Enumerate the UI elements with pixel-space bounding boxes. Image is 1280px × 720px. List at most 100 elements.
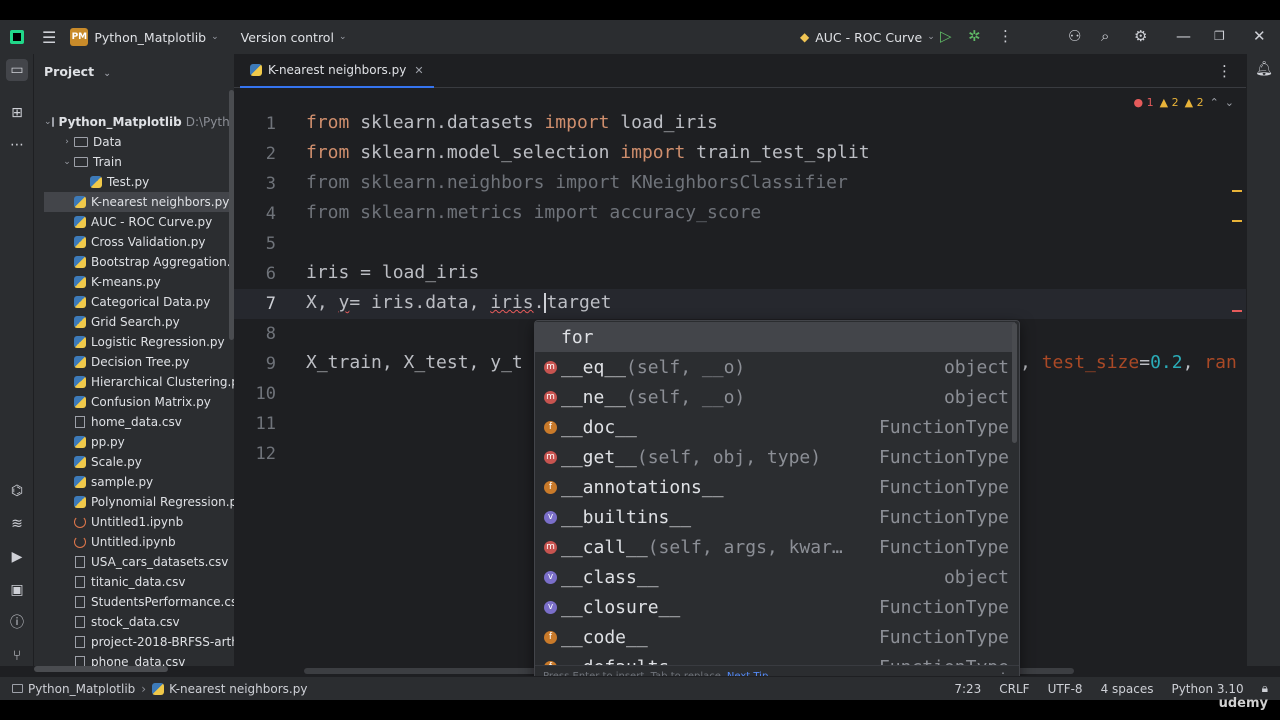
tree-item[interactable]: titanic_data.csv — [34, 572, 234, 592]
code-line-1: from sklearn.datasets import load_iris — [306, 112, 718, 133]
completion-name: __code__ — [561, 626, 648, 648]
tree-item-label: home_data.csv — [91, 415, 182, 429]
expand-arrow-icon[interactable]: ⌄ — [60, 157, 74, 167]
python-file-icon — [74, 336, 86, 348]
tree-item-label: sample.py — [91, 475, 154, 489]
completion-item[interactable]: m __ne__(self, __o) object — [535, 382, 1015, 412]
completion-item[interactable]: m __eq__(self, __o) object — [535, 352, 1015, 382]
search-icon[interactable]: ⌕ — [1101, 27, 1109, 45]
close-icon[interactable]: ✕ — [1253, 27, 1266, 45]
code-with-me-icon[interactable]: ⚇ — [1068, 27, 1081, 45]
tree-item[interactable]: phone_data.csv — [34, 652, 234, 666]
more-actions-icon[interactable]: ⋮ — [998, 27, 1013, 45]
tree-root[interactable]: ⌄ Python_Matplotlib D:\Pytho — [34, 112, 234, 132]
tree-item[interactable]: Hierarchical Clustering.py — [34, 372, 234, 392]
notifications-bell-icon[interactable]: 🔔︎ — [1255, 60, 1273, 78]
python-packages-icon[interactable]: ⌬ — [8, 482, 26, 500]
tab-actions-icon[interactable]: ⋮ — [1217, 62, 1232, 80]
restore-icon[interactable]: ❐ — [1214, 29, 1225, 43]
project-folder-icon[interactable]: ▭ — [6, 59, 28, 81]
breadcrumb-file[interactable]: K-nearest neighbors.py — [169, 682, 307, 696]
project-panel-header[interactable]: Project ⌄ — [44, 64, 111, 79]
run-icon[interactable]: ▷ — [940, 27, 952, 45]
git-branch-icon[interactable]: ⑂ — [8, 647, 26, 665]
lock-icon[interactable]: 🔒︎ — [1262, 681, 1268, 696]
debug-icon[interactable]: ✲ — [968, 27, 981, 45]
prev-highlight-icon[interactable]: ⌃ — [1210, 96, 1219, 109]
tree-item[interactable]: home_data.csv — [34, 412, 234, 432]
main-menu-icon[interactable]: ☰ — [42, 28, 56, 47]
more-tools-icon[interactable]: ⋯ — [8, 136, 26, 154]
code-completion-popup[interactable]: for m __eq__(self, __o) object m __ne__(self,… — [534, 320, 1020, 688]
close-tab-icon[interactable]: ✕ — [414, 64, 423, 77]
next-highlight-icon[interactable]: ⌄ — [1225, 96, 1234, 109]
tree-item-label: USA_cars_datasets.csv — [91, 555, 229, 569]
tree-item[interactable]: K-nearest neighbors.py — [44, 192, 234, 212]
tree-item-label: Train — [93, 155, 122, 169]
tree-item[interactable]: ⌄ Train — [34, 152, 234, 172]
tree-item[interactable]: Confusion Matrix.py — [34, 392, 234, 412]
completion-item[interactable]: v __builtins__ FunctionType — [535, 502, 1015, 532]
completion-item[interactable]: f __annotations__ FunctionType — [535, 472, 1015, 502]
terminal-icon[interactable]: ▣ — [8, 581, 26, 599]
tree-item[interactable]: sample.py — [34, 472, 234, 492]
problems-icon[interactable]: ⓘ — [8, 614, 26, 632]
tree-item[interactable]: Test.py — [34, 172, 234, 192]
tree-item[interactable]: Logistic Regression.py — [34, 332, 234, 352]
expand-arrow-icon[interactable]: › — [60, 137, 74, 147]
completion-item[interactable]: f __doc__ FunctionType — [535, 412, 1015, 442]
tree-item[interactable]: Polynomial Regression.py — [34, 492, 234, 512]
tree-item[interactable]: Cross Validation.py — [34, 232, 234, 252]
tree-item[interactable]: Categorical Data.py — [34, 292, 234, 312]
completion-item[interactable]: for — [535, 322, 1015, 352]
tree-item[interactable]: Untitled.ipynb — [34, 532, 234, 552]
warning-marker[interactable] — [1232, 190, 1242, 192]
completion-item[interactable]: v __closure__ FunctionType — [535, 592, 1015, 622]
layers-icon[interactable]: ≋ — [8, 515, 26, 533]
caret-position[interactable]: 7:23 — [954, 682, 981, 696]
tree-item[interactable]: Scale.py — [34, 452, 234, 472]
tree-item-label: stock_data.csv — [91, 615, 180, 629]
tree-item[interactable]: StudentsPerformance.csv — [34, 592, 234, 612]
csv-file-icon — [75, 636, 85, 648]
tree-item[interactable]: Grid Search.py — [34, 312, 234, 332]
tree-item[interactable]: K-means.py — [34, 272, 234, 292]
tree-item[interactable]: AUC - ROC Curve.py — [34, 212, 234, 232]
completion-scrollbar[interactable] — [1012, 323, 1017, 443]
services-run-icon[interactable]: ▶ — [8, 548, 26, 566]
inspection-widget[interactable]: ● 1 ▲ 2 ▲ 2 ⌃ ⌄ — [1134, 96, 1234, 109]
completion-name: __class__ — [561, 566, 659, 588]
settings-gear-icon[interactable]: ⚙ — [1134, 27, 1147, 45]
vcs-selector[interactable]: Version control — [241, 30, 334, 45]
tree-item-label: Test.py — [107, 175, 150, 189]
tab-knn[interactable]: K-nearest neighbors.py ✕ — [240, 54, 434, 88]
minimize-icon[interactable]: — — [1176, 27, 1191, 45]
tree-item[interactable]: Decision Tree.py — [34, 352, 234, 372]
completion-item[interactable]: m __call__(self, args, kwar… FunctionType — [535, 532, 1015, 562]
structure-icon[interactable]: ⊞ — [8, 104, 26, 122]
line-separator[interactable]: CRLF — [999, 682, 1029, 696]
letterbox-bottom — [0, 700, 1280, 720]
breadcrumb-project[interactable]: Python_Matplotlib — [28, 682, 135, 696]
tree-item[interactable]: pp.py — [34, 432, 234, 452]
tree-item-label: Hierarchical Clustering.py — [91, 375, 234, 389]
error-marker[interactable] — [1232, 310, 1242, 312]
tree-item[interactable]: USA_cars_datasets.csv — [34, 552, 234, 572]
tree-item[interactable]: stock_data.csv — [34, 612, 234, 632]
python-interpreter[interactable]: Python 3.10 — [1171, 682, 1243, 696]
tree-item[interactable]: project-2018-BRFSS-arthrit — [34, 632, 234, 652]
tree-item[interactable]: › Data — [34, 132, 234, 152]
run-config-selector[interactable]: ◆ AUC - ROC Curve ⌄ — [800, 20, 935, 54]
indent-setting[interactable]: 4 spaces — [1101, 682, 1154, 696]
folder-icon — [74, 137, 88, 147]
completion-item[interactable]: v __class__ object — [535, 562, 1015, 592]
file-encoding[interactable]: UTF-8 — [1048, 682, 1083, 696]
project-selector[interactable]: Python_Matplotlib — [94, 30, 206, 45]
project-scrollbar-horizontal[interactable] — [34, 666, 168, 672]
csv-file-icon — [75, 416, 85, 428]
completion-item[interactable]: m __get__(self, obj, type) FunctionType — [535, 442, 1015, 472]
tree-item[interactable]: Bootstrap Aggregation.py — [34, 252, 234, 272]
tree-item[interactable]: Untitled1.ipynb — [34, 512, 234, 532]
warning-marker[interactable] — [1232, 220, 1242, 222]
completion-item[interactable]: f __code__ FunctionType — [535, 622, 1015, 652]
